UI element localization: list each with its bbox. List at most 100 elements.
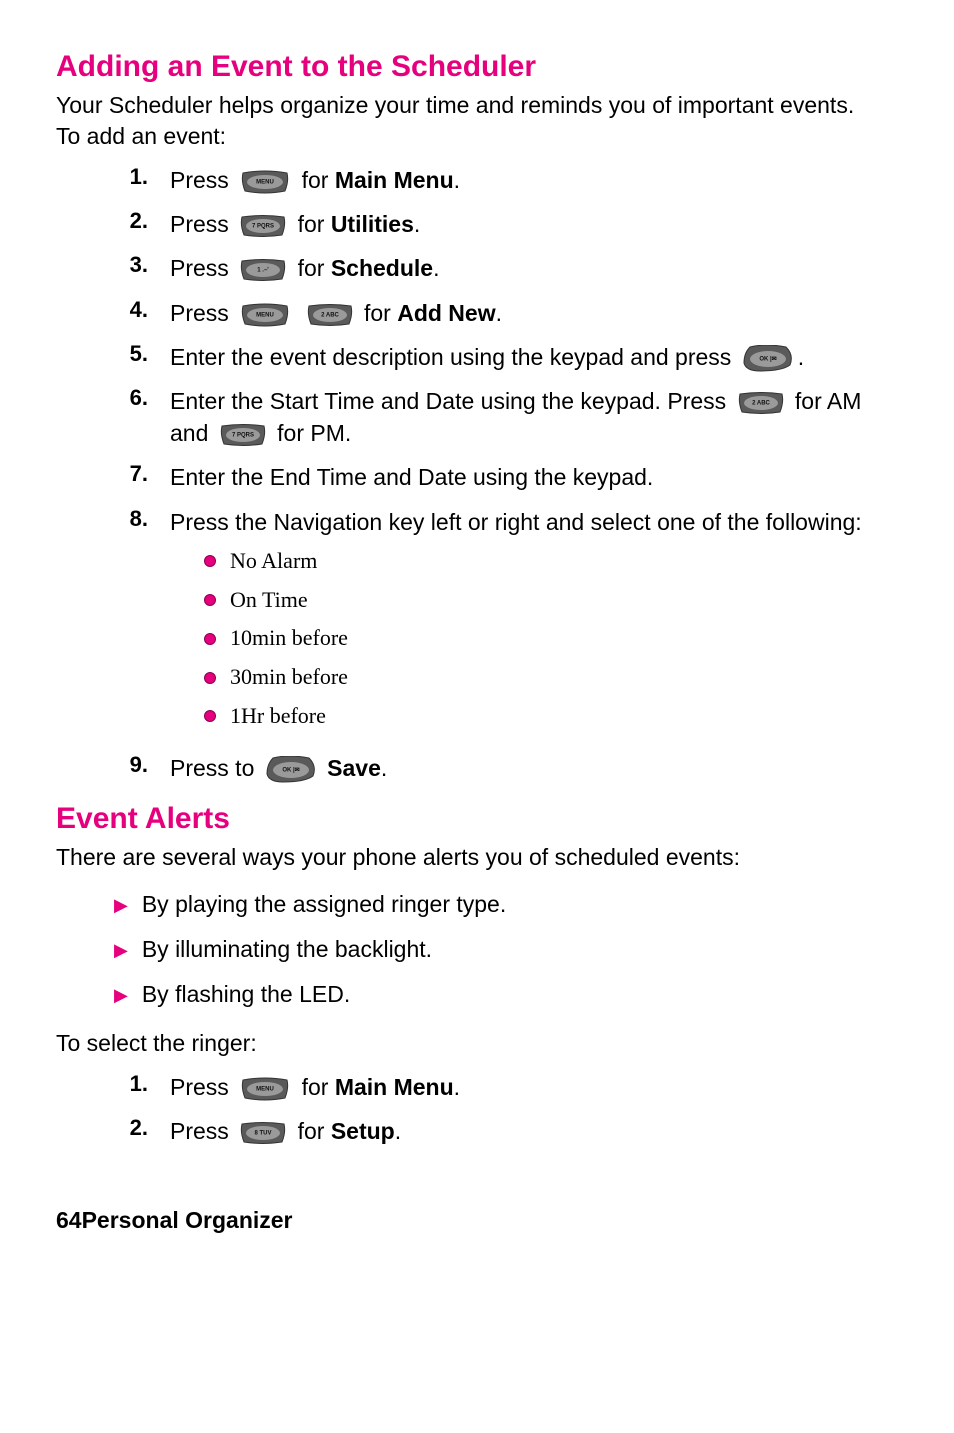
section2-title: Event Alerts <box>56 802 898 836</box>
step1-3: 3. Press 1 .–' for Schedule. <box>114 252 898 284</box>
svg-text:2 ABC: 2 ABC <box>752 401 770 407</box>
page-footer: 64Personal Organizer <box>56 1207 898 1234</box>
step-text: . <box>454 167 460 193</box>
step-text: for PM. <box>277 420 351 446</box>
step-num: 5. <box>114 341 148 367</box>
step-text: Press <box>170 255 235 281</box>
step-text: . <box>798 344 804 370</box>
svg-text:MENU: MENU <box>256 180 274 186</box>
step2-1: 1. Press MENU for Main Menu. <box>114 1071 898 1103</box>
alert-text: By illuminating the backlight. <box>142 936 432 963</box>
footer-label: Personal Organizer <box>82 1207 293 1233</box>
step-text: Press <box>170 300 235 326</box>
list-item: On Time <box>204 585 898 616</box>
svg-text:8 TUV: 8 TUV <box>255 1131 272 1137</box>
step-text: Press <box>170 1118 235 1144</box>
step-text: for <box>298 211 331 237</box>
section1-lead: To add an event: <box>56 121 898 152</box>
step1-9: 9. Press to OK |✉ Save. <box>114 752 898 784</box>
step1-4: 4. Press MENU 2 ABC <box>114 297 898 329</box>
step-text: Enter the Start Time and Date using the … <box>170 388 733 414</box>
step-target: Setup <box>331 1118 395 1144</box>
key-1-icon: 1 .–' <box>239 258 287 282</box>
step1-8: 8. Press the Navigation key left or righ… <box>114 506 898 740</box>
svg-text:1 .–': 1 .–' <box>257 268 269 274</box>
section1-intro: Your Scheduler helps organize your time … <box>56 90 898 121</box>
bullet-icon <box>204 555 216 567</box>
step-target: Add New <box>397 300 495 326</box>
step-text: . <box>433 255 439 281</box>
bullet-icon <box>204 672 216 684</box>
step1-6: 6. Enter the Start Time and Date using t… <box>114 385 898 449</box>
step-text: . <box>381 755 387 781</box>
list-item: 10min before <box>204 623 898 654</box>
step-num: 1. <box>114 164 148 190</box>
arrow-icon: ▶ <box>114 940 128 961</box>
step-num: 6. <box>114 385 148 411</box>
step-text: Press the Navigation key left or right a… <box>170 509 862 535</box>
step-target: Main Menu <box>335 167 454 193</box>
section2-lead2: To select the ringer: <box>56 1028 898 1059</box>
step1-1: 1. Press MENU for Main Menu. <box>114 164 898 196</box>
step1-2: 2. Press 7 PQRS for Utilities. <box>114 208 898 240</box>
step-target: Main Menu <box>335 1074 454 1100</box>
step-text: . <box>414 211 420 237</box>
step-target: Utilities <box>331 211 414 237</box>
key-ok-icon: OK |✉ <box>742 345 794 373</box>
svg-text:OK |✉: OK |✉ <box>282 767 299 773</box>
step-text: for <box>302 1074 335 1100</box>
page: Adding an Event to the Scheduler Your Sc… <box>0 0 954 1274</box>
step-text: Press <box>170 167 235 193</box>
key-menu-icon: MENU <box>239 1076 291 1102</box>
bullet-icon <box>204 710 216 722</box>
option-text: 1Hr before <box>230 701 326 732</box>
bullet-icon <box>204 633 216 645</box>
steps2-list: 1. Press MENU for Main Menu. 2. Press <box>114 1071 898 1147</box>
step-text: Press <box>170 1074 235 1100</box>
step-num: 3. <box>114 252 148 278</box>
step-num: 4. <box>114 297 148 323</box>
step-num: 8. <box>114 506 148 532</box>
list-item: ▶ By flashing the LED. <box>114 981 898 1008</box>
step-num: 2. <box>114 1115 148 1141</box>
list-item: ▶ By illuminating the backlight. <box>114 936 898 963</box>
steps1-list: 1. Press MENU for Main Menu. 2. Press <box>114 164 898 784</box>
option-text: 30min before <box>230 662 348 693</box>
arrow-icon: ▶ <box>114 895 128 916</box>
arrow-icon: ▶ <box>114 985 128 1006</box>
step-text: for <box>302 167 335 193</box>
key-7-icon: 7 PQRS <box>219 423 267 447</box>
step-text: . <box>395 1118 401 1144</box>
section2-intro: There are several ways your phone alerts… <box>56 842 898 873</box>
svg-text:MENU: MENU <box>256 1087 274 1093</box>
step-text: for <box>364 300 397 326</box>
bullet-icon <box>204 594 216 606</box>
step1-7: 7. Enter the End Time and Date using the… <box>114 461 898 493</box>
step-num: 9. <box>114 752 148 778</box>
alert-text: By flashing the LED. <box>142 981 350 1008</box>
svg-text:7 PQRS: 7 PQRS <box>232 433 254 439</box>
svg-text:MENU: MENU <box>256 312 274 318</box>
step-num: 1. <box>114 1071 148 1097</box>
option-text: On Time <box>230 585 308 616</box>
key-ok-icon: OK |✉ <box>265 756 317 784</box>
step1-5: 5. Enter the event description using the… <box>114 341 898 373</box>
step-text: Press to <box>170 755 261 781</box>
step-text: . <box>496 300 502 326</box>
step-text: Enter the event description using the ke… <box>170 344 738 370</box>
list-item: 1Hr before <box>204 701 898 732</box>
step-target: Save <box>327 755 381 781</box>
step-text: . <box>454 1074 460 1100</box>
svg-text:7 PQRS: 7 PQRS <box>252 224 274 230</box>
key-2-icon: 2 ABC <box>737 391 785 415</box>
list-item: No Alarm <box>204 546 898 577</box>
key-2-icon: 2 ABC <box>306 303 354 327</box>
step-text: Enter the End Time and Date using the ke… <box>170 461 898 493</box>
list-item: 30min before <box>204 662 898 693</box>
step-text: for <box>298 255 331 281</box>
alert-text: By playing the assigned ringer type. <box>142 891 506 918</box>
key-menu-icon: MENU <box>239 169 291 195</box>
svg-text:OK |✉: OK |✉ <box>759 356 776 362</box>
step-target: Schedule <box>331 255 433 281</box>
step-num: 7. <box>114 461 148 487</box>
